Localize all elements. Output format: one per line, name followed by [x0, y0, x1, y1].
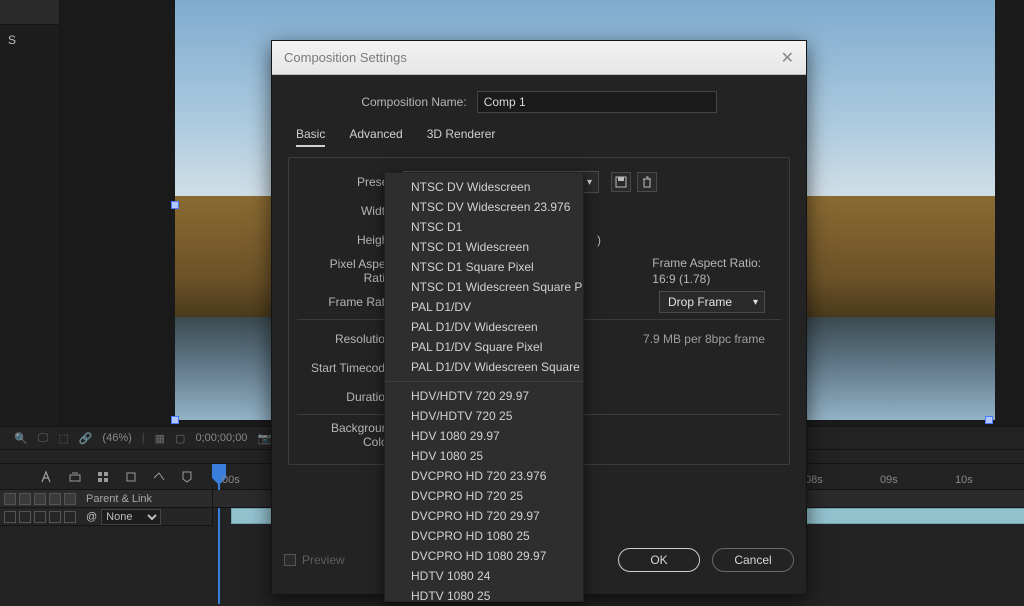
solo-icon[interactable]	[19, 493, 31, 505]
preset-option[interactable]: DVCPRO HD 1080 29.97	[385, 546, 583, 566]
timecode-display[interactable]: 0;00;00;00	[195, 432, 247, 444]
parent-select[interactable]: None	[101, 509, 161, 525]
cancel-button[interactable]: Cancel	[712, 548, 794, 572]
collapse-transformations-icon[interactable]	[96, 470, 110, 484]
label-icon[interactable]	[49, 493, 61, 505]
tab-basic[interactable]: Basic	[296, 127, 325, 147]
tab-advanced[interactable]: Advanced	[349, 127, 402, 147]
preset-option[interactable]: PAL D1/DV Widescreen	[385, 317, 583, 337]
monitor-icon[interactable]: 🖵	[38, 432, 49, 445]
preset-option[interactable]: NTSC DV Widescreen 23.976	[385, 197, 583, 217]
drop-frame-select[interactable]: Drop Frame ▾	[659, 291, 765, 313]
lock-aspect-hint: )	[597, 233, 601, 247]
delete-preset-button[interactable]	[637, 172, 657, 192]
transform-handle-bottom-left[interactable]	[171, 416, 179, 424]
preset-dropdown-list[interactable]: NTSC DV WidescreenNTSC DV Widescreen 23.…	[384, 172, 584, 602]
ruler-tick: 08s	[805, 474, 823, 486]
preset-option[interactable]: DVCPRO HD 720 29.97	[385, 506, 583, 526]
comp-name-input[interactable]	[477, 91, 717, 113]
zoom-label[interactable]: (46%)	[102, 432, 131, 444]
lock-icon[interactable]	[34, 493, 46, 505]
ok-button[interactable]: OK	[618, 548, 700, 572]
comp-name-label: Composition Name:	[361, 95, 466, 109]
preset-option[interactable]: DVCPRO HD 720 23.976	[385, 466, 583, 486]
preset-option[interactable]: PAL D1/DV Widescreen Square Pixel	[385, 357, 583, 377]
mask-icon[interactable]: ⬚	[58, 432, 68, 445]
preset-option[interactable]: HDV 1080 29.97	[385, 426, 583, 446]
pickwhip-icon[interactable]: @	[86, 511, 97, 523]
preview-checkbox[interactable]: Preview	[284, 553, 345, 567]
preset-option[interactable]: NTSC DV Widescreen	[385, 177, 583, 197]
preset-option[interactable]: HDTV 1080 25	[385, 586, 583, 602]
preset-option[interactable]: NTSC D1	[385, 217, 583, 237]
preview-label: Preview	[302, 553, 345, 567]
ruler-tick: 00s	[222, 474, 240, 486]
transform-handle-left[interactable]	[171, 201, 179, 209]
preset-option[interactable]: HDV/HDTV 720 25	[385, 406, 583, 426]
motion-blur-icon[interactable]	[124, 470, 138, 484]
grid-icon[interactable]: ▦	[155, 432, 165, 445]
dialog-title: Composition Settings	[284, 50, 407, 65]
transform-handle-bottom-right[interactable]	[985, 416, 993, 424]
close-button[interactable]: ✕	[781, 48, 794, 68]
tab-3d-renderer[interactable]: 3D Renderer	[427, 127, 496, 147]
shy-icon[interactable]	[40, 470, 54, 484]
layer-row[interactable]: @ None	[0, 508, 212, 526]
preset-option[interactable]: DVCPRO HD 1080 25	[385, 526, 583, 546]
parent-link-column-label: Parent & Link	[80, 493, 208, 505]
av-features-icon[interactable]	[4, 493, 16, 505]
preset-option[interactable]: DVCPRO HD 720 25	[385, 486, 583, 506]
index-icon[interactable]	[64, 493, 76, 505]
resolution-info: 7.9 MB per 8bpc frame	[643, 332, 765, 346]
ruler-tick: 09s	[880, 474, 898, 486]
preset-option[interactable]: HDV/HDTV 720 29.97	[385, 386, 583, 406]
preset-option[interactable]: NTSC D1 Widescreen Square Pixel	[385, 277, 583, 297]
chevron-down-icon: ▾	[587, 177, 592, 188]
preset-option[interactable]: HDV 1080 25	[385, 446, 583, 466]
link-icon[interactable]: 🔗	[79, 432, 93, 445]
chevron-down-icon: ▾	[753, 297, 758, 308]
layer-icon[interactable]: ▢	[175, 432, 185, 445]
frame-aspect-info: Frame Aspect Ratio: 16:9 (1.78)	[652, 256, 761, 286]
project-panel: S	[0, 0, 60, 430]
preset-option[interactable]: PAL D1/DV Square Pixel	[385, 337, 583, 357]
preset-option[interactable]: PAL D1/DV	[385, 297, 583, 317]
viewer-divider: |	[142, 432, 145, 444]
render-queue-icon[interactable]	[68, 470, 82, 484]
checkbox-icon	[284, 554, 296, 566]
graph-editor-icon[interactable]	[152, 470, 166, 484]
dialog-tabs: Basic Advanced 3D Renderer	[288, 127, 790, 147]
marker-icon[interactable]	[180, 470, 194, 484]
ruler-tick: 10s	[955, 474, 973, 486]
save-preset-button[interactable]	[611, 172, 631, 192]
preset-option[interactable]: HDTV 1080 24	[385, 566, 583, 586]
dialog-titlebar[interactable]: Composition Settings ✕	[272, 41, 806, 75]
magnify-icon[interactable]: 🔍	[14, 432, 28, 445]
preset-option[interactable]: NTSC D1 Square Pixel	[385, 257, 583, 277]
preset-option[interactable]: NTSC D1 Widescreen	[385, 237, 583, 257]
snapshot-icon[interactable]: 📷	[257, 432, 271, 445]
layer-columns-header: Parent & Link	[0, 490, 212, 508]
